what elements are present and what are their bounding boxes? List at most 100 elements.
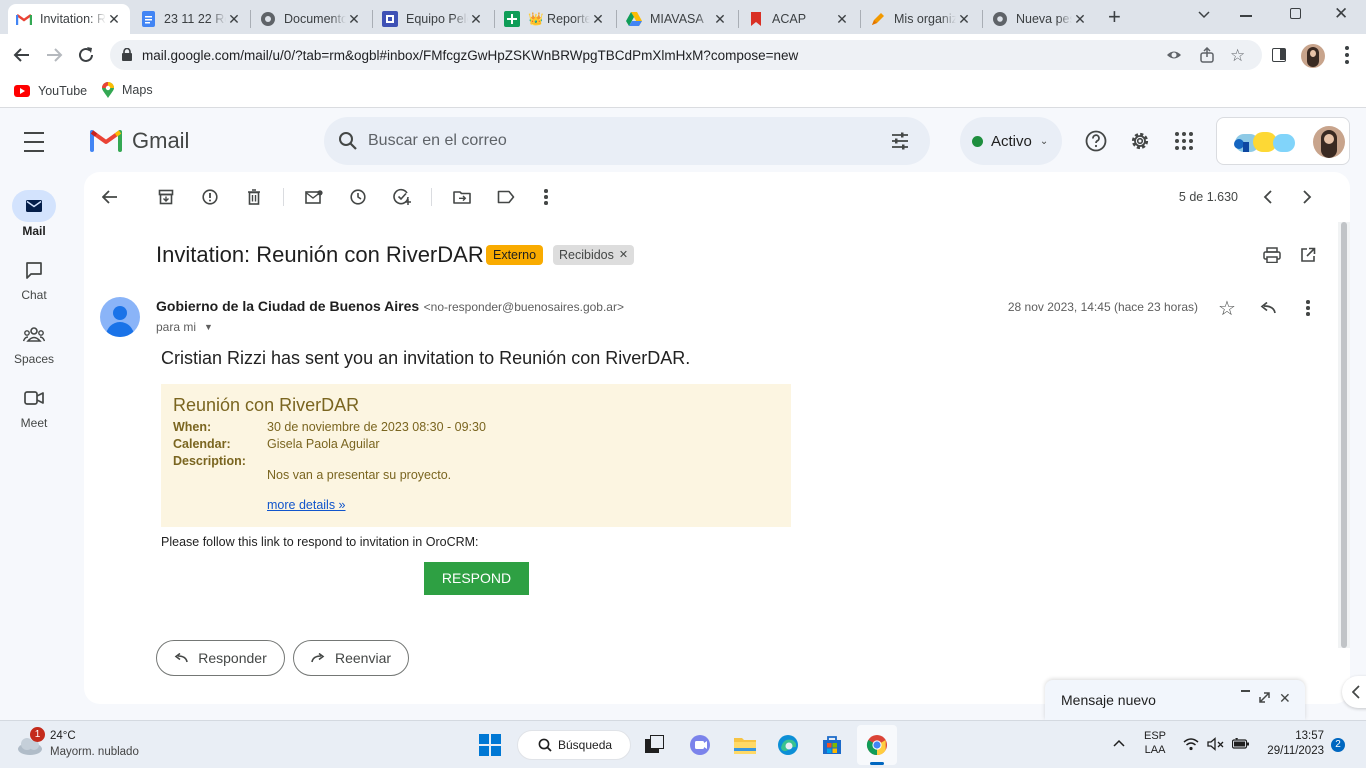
forward-button[interactable]: Reenviar [293,640,409,676]
search-icon[interactable] [338,131,358,151]
close-icon[interactable]: ✕ [712,11,728,28]
minimize-window-button[interactable] [1240,15,1252,17]
search-input[interactable]: Buscar en el correo [368,132,507,150]
chrome-menu-icon[interactable] [1345,46,1349,64]
open-new-window-icon[interactable] [1298,245,1318,265]
respond-button[interactable]: RESPOND [424,562,529,595]
close-icon[interactable]: ✕ [956,11,972,28]
inbox-label-chip[interactable]: Recibidos ✕ [553,245,635,265]
close-icon[interactable]: ✕ [590,11,606,28]
tab-gmail[interactable]: Invitation: Reunión con RiverDAR ✕ [8,4,130,34]
bookmark-maps[interactable]: Maps [102,82,153,98]
rail-item-mail[interactable]: Mail [0,190,68,238]
label-icon[interactable] [496,187,516,207]
bookmark-youtube[interactable]: YouTube [14,84,87,98]
back-to-inbox-icon[interactable] [100,187,120,207]
restore-window-button[interactable] [1290,8,1301,19]
remove-label-icon[interactable]: ✕ [619,245,628,265]
sender-name[interactable]: Gobierno de la Ciudad de Buenos Aires [156,298,419,314]
close-icon[interactable]: ✕ [834,11,850,28]
sender-avatar[interactable] [100,297,140,337]
next-message-icon[interactable] [1297,187,1317,207]
status-selector[interactable]: Activo ⌄ [960,117,1062,165]
settings-gear-icon[interactable] [1129,130,1151,152]
main-menu-icon[interactable] [24,132,44,152]
taskbar-search[interactable]: Búsqueda [517,730,631,760]
forward-arrow-icon[interactable] [44,45,64,65]
avatar[interactable] [1313,126,1345,158]
close-icon[interactable]: ✕ [468,11,484,28]
rail-item-spaces[interactable]: Spaces [0,318,68,366]
delete-icon[interactable] [244,187,264,207]
close-icon[interactable]: ✕ [346,11,362,28]
close-window-button[interactable]: ✕ [1334,4,1348,24]
new-tab-button[interactable]: + [1108,6,1121,28]
side-panel-toggle[interactable] [1342,676,1366,708]
star-icon[interactable]: ☆ [1230,46,1245,66]
compose-minimized[interactable]: Mensaje nuevo ✕ [1045,680,1305,720]
rail-item-chat[interactable]: Chat [0,254,68,302]
clock[interactable]: 13:57 29/11/2023 [1262,730,1324,757]
teams-chat-icon[interactable] [689,734,711,756]
notification-badge[interactable]: 2 [1331,738,1345,752]
previous-message-icon[interactable] [1258,187,1278,207]
mark-unread-icon[interactable] [304,187,324,207]
wifi-icon[interactable] [1183,737,1199,751]
weather-desc[interactable]: Mayorm. nublado [50,746,139,758]
address-bar[interactable]: mail.google.com/mail/u/0/?tab=rm&ogbl#in… [110,40,1262,70]
recipients-toggle[interactable]: para mi ▼ [156,320,213,334]
gmail-logo-icon[interactable] [90,128,122,152]
edge-icon[interactable] [777,734,799,756]
chevron-up-icon[interactable] [1112,736,1126,750]
account-switcher[interactable] [1216,117,1350,165]
more-options-icon[interactable] [536,187,556,207]
archive-icon[interactable] [156,187,176,207]
close-icon[interactable]: ✕ [226,11,242,28]
tab-forms[interactable]: Equipo Pelota ✕ [374,4,492,34]
close-icon[interactable]: ✕ [1279,690,1291,707]
search-options-icon[interactable] [890,131,910,151]
tab-docs[interactable]: 23 11 22 Reunión ✕ [132,4,250,34]
share-icon[interactable] [1199,47,1215,63]
report-spam-icon[interactable] [200,187,220,207]
minimize-icon[interactable] [1241,690,1250,692]
chrome-taskbar-button[interactable] [857,725,897,765]
file-explorer-icon[interactable] [733,735,757,755]
weather-temp[interactable]: 24°C [50,730,76,742]
side-panel-icon[interactable] [1272,48,1286,62]
lock-icon[interactable] [122,48,132,61]
scrollbar[interactable] [1338,222,1350,648]
tab-document[interactable]: Documento ✕ [252,4,370,34]
language-indicator[interactable]: ESP LAA [1144,730,1166,756]
volume-muted-icon[interactable] [1207,737,1225,751]
apps-grid-icon[interactable] [1175,132,1193,150]
reload-icon[interactable] [76,45,96,65]
reply-icon[interactable] [1258,298,1278,318]
tab-acap[interactable]: ACAP ✕ [740,4,858,34]
profile-avatar[interactable] [1301,44,1325,68]
close-icon[interactable]: ✕ [1072,11,1088,28]
snooze-clock-icon[interactable] [348,187,368,207]
tab-search-icon[interactable] [1196,6,1212,22]
battery-icon[interactable] [1232,738,1250,750]
reply-button[interactable]: Responder [156,640,285,676]
windows-start-icon[interactable] [479,734,501,756]
star-icon[interactable]: ☆ [1218,296,1236,321]
move-to-folder-icon[interactable] [452,187,472,207]
help-icon[interactable] [1085,130,1107,152]
search-bar[interactable]: Buscar en el correo [324,117,930,165]
more-details-link[interactable]: more details » [267,498,346,512]
back-arrow-icon[interactable] [12,45,32,65]
add-task-icon[interactable] [392,187,412,207]
print-icon[interactable] [1262,245,1282,265]
tab-drive[interactable]: MIAVASA ✕ [618,4,736,34]
fullscreen-icon[interactable] [1259,692,1270,703]
message-more-icon[interactable] [1298,298,1318,318]
close-icon[interactable]: ✕ [106,11,122,28]
tab-new-tab[interactable]: Nueva pestaña ✕ [984,4,1096,34]
task-view-icon[interactable] [645,735,665,755]
eye-icon[interactable] [1166,48,1182,62]
microsoft-store-icon[interactable] [821,734,843,756]
tab-sheets[interactable]: 👑 Reporte ✕ [496,4,614,34]
rail-item-meet[interactable]: Meet [0,382,68,430]
